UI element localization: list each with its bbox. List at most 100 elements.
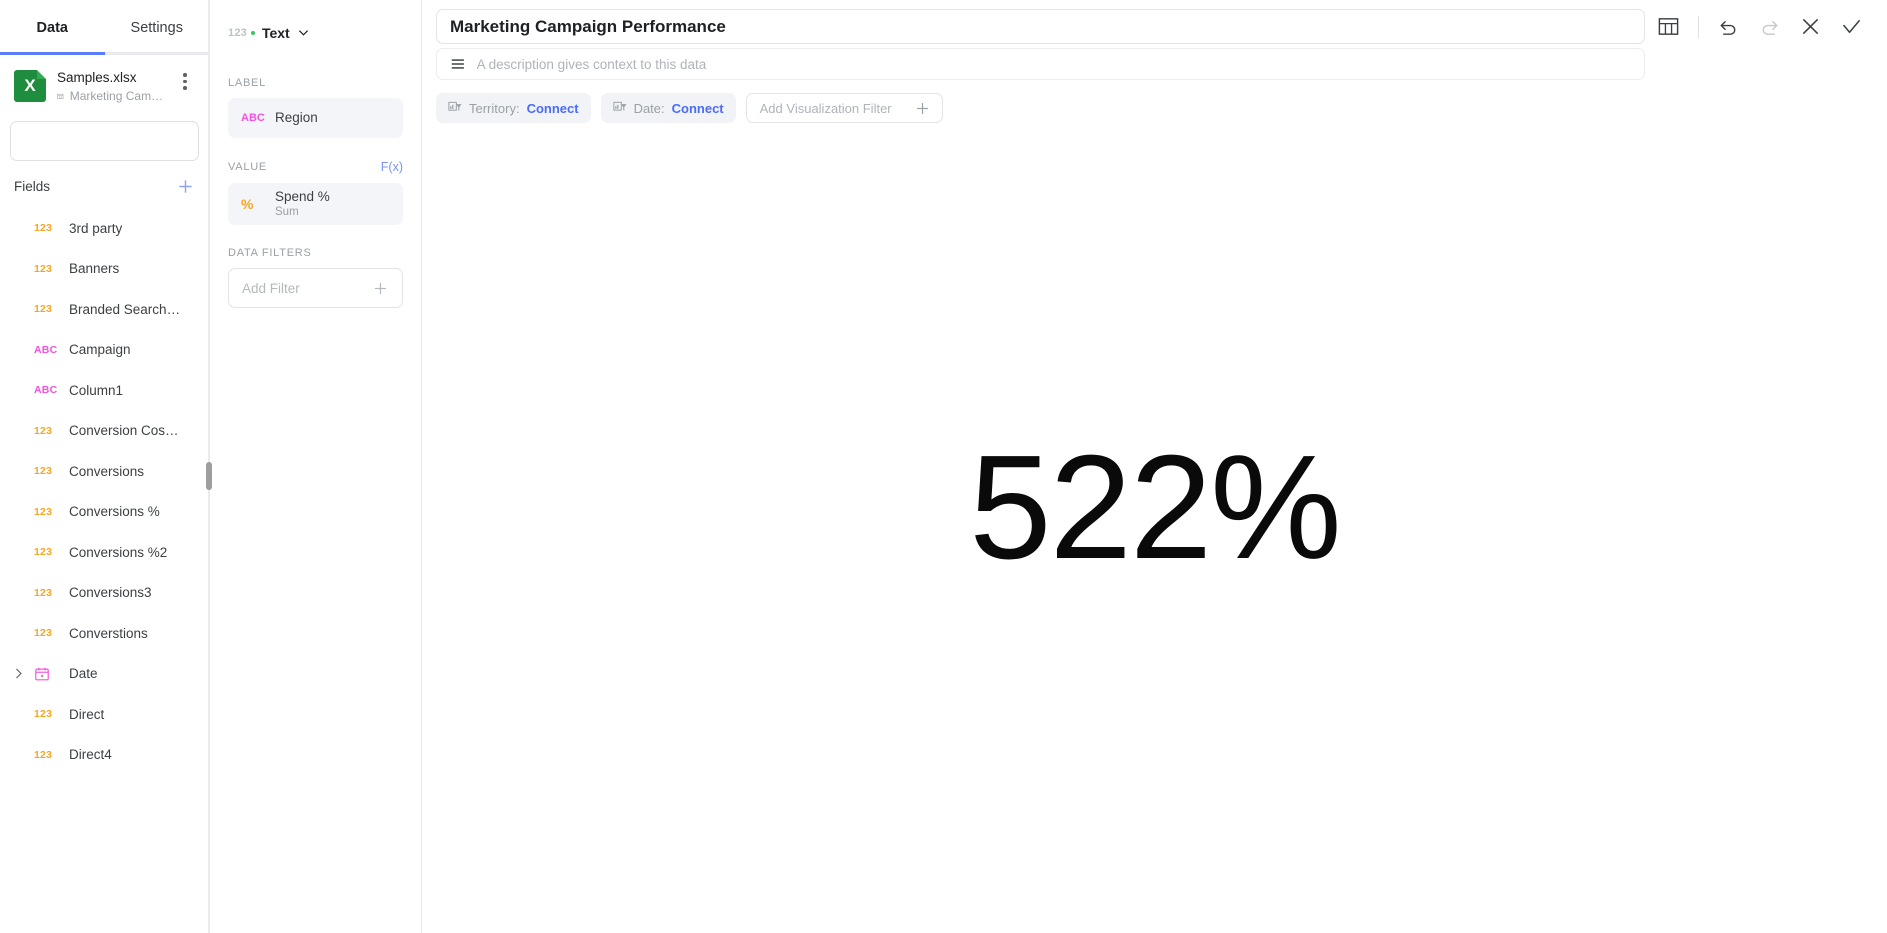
fields-header: Fields xyxy=(0,161,209,204)
text-type-icon: ABC xyxy=(34,384,58,397)
field-label: Conversions % xyxy=(69,504,160,520)
excel-file-icon: X xyxy=(14,70,46,102)
field-item[interactable]: 123 Conversions % xyxy=(0,492,209,533)
number-type-icon: 123 xyxy=(34,505,53,518)
plus-icon xyxy=(179,180,192,193)
main-canvas-area: Territory: Connect Date: Connect Add Vis… xyxy=(422,0,1887,933)
label-chip-title: Region xyxy=(275,110,318,125)
field-item[interactable]: 123 Banners xyxy=(0,249,209,290)
data-sidebar: Data Settings X Samples.xlsx Marketing C… xyxy=(0,0,212,933)
field-item[interactable]: 123 Conversions3 xyxy=(0,573,209,614)
number-type-icon: 123 xyxy=(34,748,53,761)
value-section-title: VALUE xyxy=(228,161,268,173)
value-chip-title: Spend % xyxy=(275,189,330,204)
file-sheet-row: Marketing Campaign Performance xyxy=(57,89,164,103)
field-label: Conversions %2 xyxy=(69,544,168,560)
plus-icon xyxy=(374,282,387,294)
field-label: Date xyxy=(69,666,98,682)
label-field-chip[interactable]: ABC Region xyxy=(228,98,403,138)
field-item[interactable]: ABC Campaign xyxy=(0,330,209,371)
excel-icon-letter: X xyxy=(24,76,36,95)
number-type-icon: 123 xyxy=(34,465,53,478)
field-item[interactable]: 123 Converstions xyxy=(0,613,209,654)
description-input[interactable] xyxy=(476,56,1631,72)
title-input[interactable] xyxy=(450,16,1631,37)
field-item-date[interactable]: Date xyxy=(0,654,209,695)
sidebar-tabs: Data Settings xyxy=(0,0,209,55)
chevron-down-icon xyxy=(298,30,308,36)
value-field-chip[interactable]: % Spend % Sum xyxy=(228,183,403,225)
chevron-right-icon[interactable] xyxy=(14,668,24,679)
fields-list[interactable]: 123 3rd party 123 Banners 123 Branded Se… xyxy=(0,204,209,933)
fields-title: Fields xyxy=(14,179,51,194)
filter-chip-territory[interactable]: Territory: Connect xyxy=(436,93,591,123)
field-label: Conversions xyxy=(69,463,145,479)
app-root: Data Settings X Samples.xlsx Marketing C… xyxy=(0,0,1887,933)
filter-chip-date[interactable]: Date: Connect xyxy=(600,93,736,123)
calendar-icon xyxy=(34,666,59,682)
add-visualization-filter-button[interactable]: Add Visualization Filter xyxy=(745,93,943,123)
value-section-header: VALUE F(x) xyxy=(228,160,403,174)
field-item[interactable]: 123 3rd party xyxy=(0,208,209,249)
data-filters-section-header: DATA FILTERS xyxy=(228,247,403,259)
field-item[interactable]: 123 Direct4 xyxy=(0,735,209,776)
visualization-canvas[interactable]: 522% xyxy=(422,123,1887,933)
top-toolbar xyxy=(422,0,1887,80)
field-item[interactable]: 123 Conversion Cos… xyxy=(0,411,209,452)
file-sheet-name: Marketing Campaign Performance xyxy=(69,89,164,103)
table-icon[interactable] xyxy=(1657,15,1680,38)
number-type-icon: 123 xyxy=(34,303,53,316)
tab-settings-label: Settings xyxy=(130,19,183,36)
value-chip-aggregation: Sum xyxy=(275,206,299,218)
add-visualization-filter-label: Add Visualization Filter xyxy=(759,100,892,116)
toolbar-actions xyxy=(1657,9,1873,38)
confirm-icon[interactable] xyxy=(1840,15,1863,38)
search-box[interactable] xyxy=(10,121,207,161)
label-section-header: LABEL xyxy=(228,77,403,89)
tab-data-label: Data xyxy=(36,19,68,36)
field-label: Column1 xyxy=(69,382,124,398)
viz-type-badge: 123 xyxy=(228,26,247,39)
description-field-wrapper[interactable] xyxy=(436,48,1645,80)
visualization-filter-bar: Territory: Connect Date: Connect Add Vis… xyxy=(422,80,1887,123)
tab-data[interactable]: Data xyxy=(0,0,105,55)
visualization-type-selector[interactable]: 123 Text xyxy=(228,0,403,55)
field-label: Branded Search… xyxy=(69,301,181,317)
undo-icon[interactable] xyxy=(1717,15,1740,38)
field-item[interactable]: 123 Branded Search… xyxy=(0,289,209,330)
close-icon[interactable] xyxy=(1799,15,1822,38)
search-input[interactable] xyxy=(30,133,207,149)
tab-settings[interactable]: Settings xyxy=(105,0,210,55)
filter-chip-connect-link[interactable]: Connect xyxy=(672,101,724,116)
description-lines-icon xyxy=(451,59,464,69)
redo-icon[interactable] xyxy=(1758,15,1781,38)
file-options-menu-icon[interactable] xyxy=(175,73,195,90)
filter-chip-label: Date: xyxy=(633,100,665,116)
formula-button[interactable]: F(x) xyxy=(381,160,403,174)
add-field-button[interactable] xyxy=(176,177,195,196)
field-item[interactable]: 123 Conversions %2 xyxy=(0,532,209,573)
title-field-wrapper[interactable] xyxy=(436,9,1645,44)
toolbar-divider xyxy=(1698,15,1699,38)
field-item[interactable]: 123 Direct xyxy=(0,694,209,735)
value-chip-text: Spend % Sum xyxy=(275,189,330,219)
search-container xyxy=(0,117,209,161)
file-header[interactable]: X Samples.xlsx Marketing Campaign Perfor… xyxy=(0,55,209,117)
filter-chip-connect-link[interactable]: Connect xyxy=(527,101,579,116)
add-filter-button[interactable]: Add Filter xyxy=(228,268,403,308)
visualization-config-panel: 123 Text LABEL ABC Region VALUE F(x) % S… xyxy=(210,0,422,933)
number-type-icon: 123 xyxy=(34,262,53,275)
big-number-value: 522% xyxy=(969,425,1342,590)
text-type-icon: ABC xyxy=(34,343,58,356)
number-type-icon: 123 xyxy=(34,627,53,640)
chart-filter-icon xyxy=(448,101,462,111)
filter-chip-label: Territory: xyxy=(469,100,520,116)
field-item[interactable]: ABC Column1 xyxy=(0,370,209,411)
field-label: Campaign xyxy=(69,342,131,358)
percent-type-icon: % xyxy=(241,196,254,212)
field-item[interactable]: 123 Conversions xyxy=(0,451,209,492)
sidebar-scrollbar-thumb[interactable] xyxy=(205,462,212,490)
title-description-column xyxy=(436,9,1645,80)
number-type-icon: 123 xyxy=(34,424,53,437)
label-chip-text: Region xyxy=(275,110,318,126)
